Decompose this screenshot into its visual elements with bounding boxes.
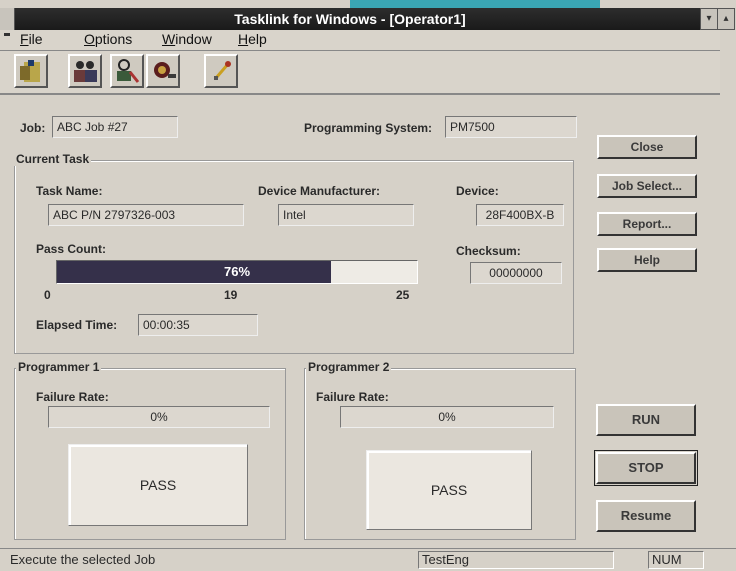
programmer1-result: PASS — [68, 444, 248, 526]
task-name-label: Task Name: — [36, 184, 103, 198]
job-field: ABC Job #27 — [52, 116, 178, 138]
checksum-field: 00000000 — [470, 262, 562, 284]
job-open-icon — [20, 60, 40, 82]
programmer2-result: PASS — [366, 450, 532, 530]
toolbar — [0, 51, 720, 95]
menu-window[interactable]: Window — [162, 31, 212, 47]
tool-icon — [214, 61, 231, 80]
pass-count-progress-bar: 76% — [56, 260, 418, 284]
elapsed-time-label: Elapsed Time: — [36, 318, 118, 332]
close-button[interactable]: Close — [597, 135, 697, 159]
manufacturer-label: Device Manufacturer: — [258, 184, 381, 198]
main-window: Tasklink for Windows - [Operator1] ▾ ▴ F… — [0, 0, 736, 571]
job-label: Job: — [20, 121, 46, 135]
user-settings-icon — [117, 59, 140, 83]
help-button[interactable]: Help — [597, 248, 697, 272]
title-bar[interactable]: Tasklink for Windows - [Operator1] — [0, 8, 700, 30]
programmer1-failure-field: 0% — [48, 406, 270, 428]
run-button[interactable]: RUN — [596, 404, 696, 436]
programmer2-title: Programmer 2 — [306, 360, 392, 374]
checksum-label: Checksum: — [456, 244, 521, 258]
report-button[interactable]: Report... — [597, 212, 697, 236]
user-settings-button[interactable] — [110, 54, 144, 88]
progress-text: 76% — [223, 264, 251, 279]
current-task-title: Current Task — [14, 152, 92, 166]
job-select-button[interactable]: Job Select... — [597, 174, 697, 198]
status-message: Execute the selected Job — [10, 552, 156, 567]
menu-bar: File Options Window Help — [0, 30, 720, 51]
task-name-field: ABC P/N 2797326-003 — [48, 204, 244, 226]
tool-button[interactable] — [204, 54, 238, 88]
programmer1-title: Programmer 1 — [16, 360, 102, 374]
programmer-button[interactable] — [146, 54, 180, 88]
window-title: Tasklink for Windows - [Operator1] — [234, 11, 466, 27]
programmer1-failure-label: Failure Rate: — [36, 390, 109, 404]
status-bar: Execute the selected Job TestEng NUM — [0, 548, 736, 571]
maximize-icon[interactable]: ▴ — [717, 8, 735, 30]
background-desktop-strip — [350, 0, 600, 8]
pass-count-label: Pass Count: — [36, 242, 107, 256]
system-menu-icon[interactable] — [0, 8, 15, 30]
programmer2-failure-field: 0% — [340, 406, 554, 428]
operators-button[interactable] — [68, 54, 102, 88]
scale-mid: 19 — [224, 288, 238, 302]
menu-help[interactable]: Help — [238, 31, 267, 47]
programmer2-failure-label: Failure Rate: — [316, 390, 389, 404]
menu-options[interactable]: Options — [84, 31, 132, 47]
stop-button[interactable]: STOP — [594, 450, 698, 486]
scale-min: 0 — [44, 288, 51, 302]
job-open-button[interactable] — [14, 54, 48, 88]
minimize-icon[interactable]: ▾ — [700, 8, 718, 30]
programming-system-label: Programming System: — [304, 121, 433, 135]
programming-system-field: PM7500 — [445, 116, 577, 138]
device-field: 28F400BX-B — [476, 204, 564, 226]
status-user: TestEng — [418, 551, 614, 569]
programmer-icon — [154, 62, 176, 78]
status-num: NUM — [648, 551, 704, 569]
resume-button[interactable]: Resume — [596, 500, 696, 532]
device-label: Device: — [456, 184, 499, 198]
menu-file[interactable]: File — [20, 31, 43, 47]
manufacturer-field: Intel — [278, 204, 414, 226]
child-system-menu-icon[interactable] — [4, 33, 10, 36]
scale-max: 25 — [396, 288, 410, 302]
elapsed-time-field: 00:00:35 — [138, 314, 258, 336]
operators-icon — [74, 61, 97, 82]
